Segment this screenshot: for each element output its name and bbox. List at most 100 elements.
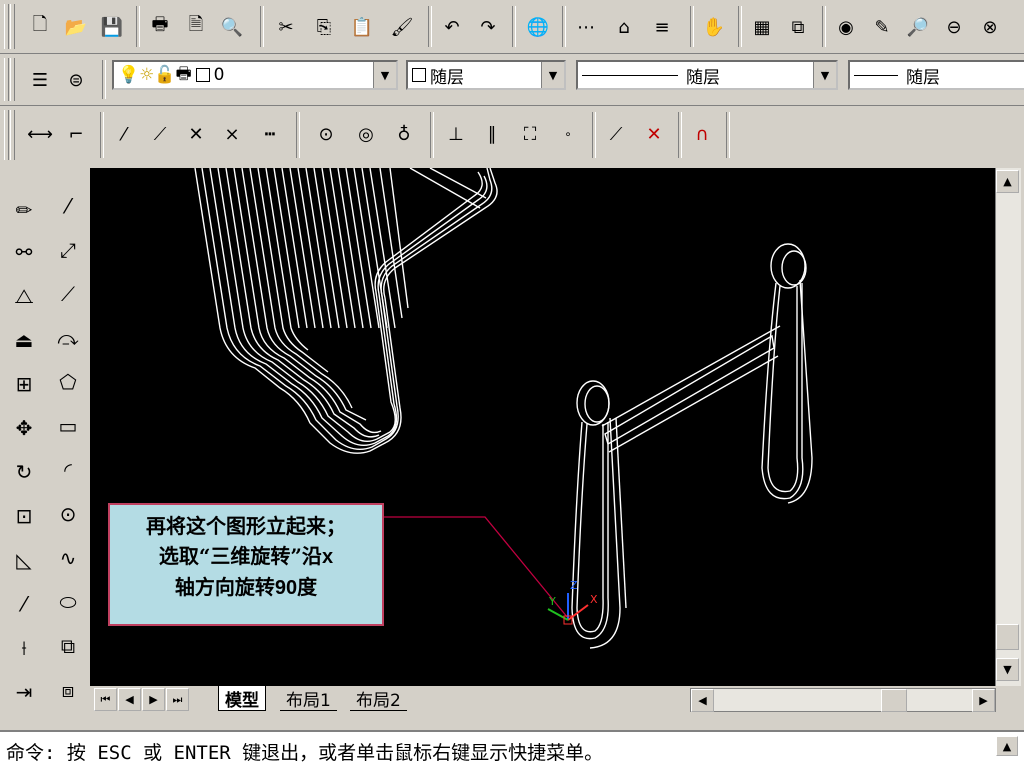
lengthen-icon[interactable]: ⁄ [6, 586, 42, 622]
leader-icon[interactable]: ♁ [390, 120, 418, 148]
center-mark-icon[interactable]: ⊙ [312, 120, 340, 148]
toolbar-grip[interactable] [4, 58, 9, 101]
node-icon[interactable]: ∘ [554, 120, 582, 148]
array-icon[interactable]: ⊞ [6, 366, 42, 402]
chevron-down-icon[interactable]: ▼ [541, 62, 564, 88]
chevron-down-icon[interactable]: ▼ [373, 62, 396, 88]
scale-icon[interactable]: ⊡ [6, 498, 42, 534]
circle-icon[interactable]: ⊙ [50, 496, 86, 532]
copy-icon[interactable]: ⎘ [310, 13, 338, 41]
offset-icon[interactable]: ⏏ [6, 322, 42, 358]
copy-object-icon[interactable]: ⚯ [6, 234, 42, 270]
snap-none-icon[interactable]: ✕ [640, 120, 668, 148]
toolbar-grip[interactable] [10, 58, 15, 101]
layer-manager-icon[interactable]: ☰ [26, 66, 54, 94]
vertical-scrollbar[interactable]: ▲ ▼ [995, 168, 1021, 686]
chevron-down-icon[interactable]: ▼ [813, 62, 836, 88]
snap-icon[interactable]: ≡ [648, 13, 676, 41]
linetype-combo[interactable]: 随层 ▼ [576, 60, 838, 90]
tab-layout2[interactable]: 布局2 [350, 686, 407, 711]
dim-radius-icon[interactable]: ⟋ [146, 120, 174, 148]
tab-model[interactable]: 模型 [218, 686, 266, 711]
dim-angular-icon[interactable]: ⨯ [218, 120, 246, 148]
color-combo[interactable]: 随层 ▼ [406, 60, 566, 90]
scroll-up-button[interactable]: ▲ [996, 170, 1019, 193]
publish-web-icon[interactable]: 🌐 [524, 13, 552, 41]
arc-icon[interactable]: ◜ [50, 452, 86, 488]
toolbar-grip[interactable] [10, 4, 15, 49]
new-file-icon[interactable]: 🗋 [26, 13, 54, 41]
linetype-sample [582, 74, 678, 76]
tracking-icon[interactable]: ⌂ [610, 13, 638, 41]
polyline-icon[interactable]: ⟋ [50, 276, 86, 312]
separator [726, 112, 730, 158]
paste-icon[interactable]: 📋 [348, 13, 376, 41]
command-line[interactable]: 命令: 按 ESC 或 ENTER 键退出，或者单击鼠标右键显示快捷菜单。 ▲ [0, 730, 1024, 768]
linetype-value: 随层 [686, 67, 720, 88]
make-block-icon[interactable]: ⧈ [50, 672, 86, 708]
layer-previous-icon[interactable]: ⊜ [62, 66, 90, 94]
properties-icon[interactable]: ▦ [748, 13, 776, 41]
spline-icon[interactable]: ∿ [50, 540, 86, 576]
move-icon[interactable]: ✥ [6, 410, 42, 446]
erase-icon[interactable]: ✏ [6, 192, 42, 228]
scroll-thumb[interactable] [996, 624, 1019, 650]
quick-dim-icon[interactable]: ┅ [256, 120, 284, 148]
spell-check-icon[interactable]: 🔍 [218, 13, 246, 41]
zoom-realtime-icon[interactable]: ◉ [832, 13, 860, 41]
insert-icon[interactable]: ⛶ [516, 120, 544, 148]
dim-ordinate-icon[interactable]: ⁄ [110, 120, 138, 148]
tab-last-button[interactable]: ⏭ [166, 688, 189, 711]
cut-icon[interactable]: ✂ [272, 13, 300, 41]
open-folder-icon[interactable]: 📂 [62, 13, 90, 41]
zoom-window-icon[interactable]: ✎ [868, 13, 896, 41]
redo-icon[interactable]: ↷ [474, 13, 502, 41]
undo-icon[interactable]: ↶ [438, 13, 466, 41]
layer-combo[interactable]: 💡 ☼ 🔓 🖶 0 ▼ [112, 60, 398, 90]
print-icon[interactable]: 🖶 [146, 13, 174, 41]
save-icon[interactable]: 💾 [98, 13, 126, 41]
horizontal-scrollbar[interactable]: ◀ ▶ [690, 688, 996, 712]
tab-first-button[interactable]: ⏮ [94, 688, 117, 711]
scroll-down-button[interactable]: ▼ [996, 658, 1019, 681]
scroll-right-button[interactable]: ▶ [972, 689, 995, 712]
parallel-icon[interactable]: ∥ [478, 120, 506, 148]
tab-next-button[interactable]: ▶ [142, 688, 165, 711]
rotate-icon[interactable]: ↻ [6, 454, 42, 490]
design-center-icon[interactable]: ⧉ [784, 13, 812, 41]
match-properties-icon[interactable]: 🖌 [388, 13, 416, 41]
toolbar-grip[interactable] [10, 110, 15, 160]
pan-realtime-icon[interactable]: ✋ [700, 13, 728, 41]
perpendicular-icon[interactable]: ⊥ [442, 120, 470, 148]
zoom-extents-icon[interactable]: ⊗ [976, 13, 1004, 41]
nearest-icon[interactable]: ⟋ [602, 120, 630, 148]
hyperlink-icon[interactable]: ⋯ [572, 13, 600, 41]
mirror-icon[interactable]: ⧍ [6, 278, 42, 314]
pentagon-icon[interactable]: ⬠ [50, 364, 86, 400]
rectangle-icon[interactable]: ▭ [50, 408, 86, 444]
osnap-settings-icon[interactable]: ∩ [688, 120, 716, 148]
dim-diameter-icon[interactable]: ✕ [182, 120, 210, 148]
insert-block-icon[interactable]: ⧉ [50, 628, 86, 664]
dim-aligned-icon[interactable]: ⌐ [62, 120, 90, 148]
construction-line-icon[interactable]: ⤢ [50, 232, 86, 268]
extend-icon[interactable]: ⇥ [6, 674, 42, 710]
toolbar-grip[interactable] [4, 110, 9, 160]
trim-icon[interactable]: ⟊ [6, 630, 42, 666]
line-icon[interactable]: ⁄ [50, 188, 86, 224]
tolerance-icon[interactable]: ◎ [352, 120, 380, 148]
lineweight-combo[interactable]: 随层 [848, 60, 1024, 90]
scroll-left-button[interactable]: ◀ [691, 689, 714, 712]
scroll-h-thumb[interactable] [881, 689, 907, 712]
polygon-icon[interactable]: ⤼ [50, 320, 86, 356]
zoom-in-icon[interactable]: 🔎 [904, 13, 932, 41]
command-scroll-up[interactable]: ▲ [996, 736, 1018, 756]
ellipse-icon[interactable]: ⬭ [50, 584, 86, 620]
zoom-previous-icon[interactable]: ⊖ [940, 13, 968, 41]
toolbar-grip[interactable] [4, 4, 9, 49]
tab-layout1[interactable]: 布局1 [280, 686, 337, 711]
dim-linear-icon[interactable]: ⟷ [26, 120, 54, 148]
tab-prev-button[interactable]: ◀ [118, 688, 141, 711]
stretch-icon[interactable]: ◺ [6, 542, 42, 578]
print-preview-icon[interactable]: 🗎 [182, 13, 210, 41]
